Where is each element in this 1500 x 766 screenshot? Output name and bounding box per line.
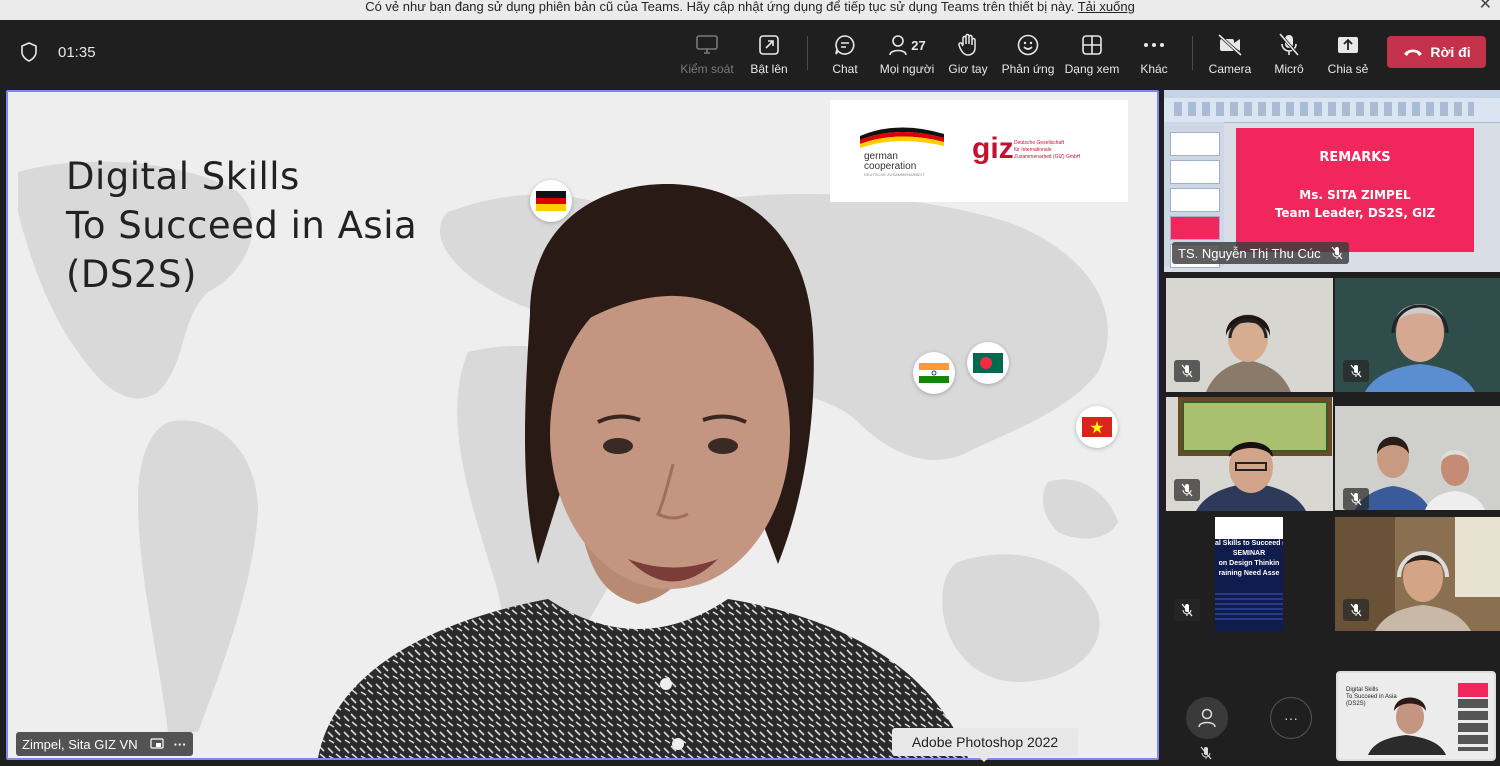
self-view-tile[interactable]: Digital Skills To Succeed in Asia (DS2S)	[1336, 671, 1496, 761]
mic-off-icon	[1278, 33, 1300, 56]
hand-icon	[958, 33, 976, 56]
leave-button[interactable]: Rời đi	[1387, 36, 1486, 68]
giz-logo-text: Deutsche Gesellschaft	[1014, 140, 1065, 146]
slide-thumbnail[interactable]	[1170, 188, 1220, 212]
popout-label: Bật lên	[750, 62, 788, 76]
more-participants-button[interactable]: ···	[1270, 697, 1312, 739]
giz-logo-text: für Internationale	[1014, 147, 1052, 153]
participant-tile[interactable]	[1166, 278, 1333, 392]
participant-tile[interactable]	[1335, 278, 1500, 392]
mic-off-badge	[1174, 360, 1200, 382]
more-label: Khác	[1140, 62, 1168, 76]
participant-slide-line: SEMINAR	[1232, 550, 1266, 557]
control-icon	[696, 35, 718, 54]
mic-off-icon	[1181, 364, 1193, 378]
remarks-slide: REMARKS Ms. SITA ZIMPEL Team Leader, DS2…	[1236, 128, 1474, 252]
share-icon	[1338, 37, 1358, 53]
participant-tile[interactable]	[1335, 406, 1500, 520]
participant-slide-line: raining Need Asse	[1218, 570, 1280, 577]
participant-tile[interactable]	[1166, 397, 1333, 511]
screen-share-indicator-icon	[149, 738, 164, 749]
participant-slide-line: on Design Thinkin	[1218, 560, 1280, 567]
toolbar-divider	[807, 36, 808, 70]
speaker-more-icon[interactable]: ···	[174, 737, 187, 752]
giz-logo-text: Zusammenarbeit (GIZ) GmbH	[1014, 154, 1081, 160]
download-link[interactable]: Tải xuống	[1078, 0, 1135, 14]
people-icon	[889, 35, 908, 56]
close-icon[interactable]: ✕	[1479, 0, 1492, 13]
mic-off-icon	[1181, 603, 1193, 617]
participants-rail: REMARKS Ms. SITA ZIMPEL Team Leader, DS2…	[1164, 90, 1500, 766]
main-video-stage[interactable]: Digital Skills To Succeed in Asia (DS2S)…	[6, 90, 1159, 760]
update-banner: Có vẻ như bạn đang sử dụng phiên bản cũ …	[0, 0, 1500, 20]
speaker-name-tag: Zimpel, Sita GIZ VN ···	[16, 732, 193, 756]
mic-off-icon	[1350, 364, 1362, 378]
presenter-name-tag: TS. Nguyễn Thị Thu Cúc	[1172, 242, 1349, 264]
leave-label: Rời đi	[1430, 44, 1471, 60]
flag-vietnam-icon	[1076, 406, 1118, 448]
hang-up-icon	[1404, 49, 1423, 56]
share-button[interactable]: Chia sẻ	[1312, 32, 1384, 78]
chat-icon	[835, 35, 855, 55]
presenter-name: TS. Nguyễn Thị Thu Cúc	[1178, 245, 1321, 261]
speaker-name: Zimpel, Sita GIZ VN	[22, 736, 138, 752]
self-view-shared-slide	[1458, 683, 1488, 697]
person-icon	[1198, 708, 1216, 728]
smiley-icon	[1017, 34, 1039, 56]
taskbar-tooltip: Adobe Photoshop 2022	[892, 728, 1078, 762]
german-logo-subtext: DEUTSCHE ZUSAMMENARBEIT	[864, 172, 925, 177]
mic-off-icon	[1331, 246, 1343, 260]
remarks-title: REMARKS	[1319, 150, 1391, 165]
powerpoint-ribbon	[1164, 90, 1500, 123]
german-cooperation-logo	[860, 127, 944, 148]
overflow-participant-avatar[interactable]	[1186, 697, 1228, 739]
mic-off-badge	[1174, 599, 1200, 621]
grid-icon	[1082, 35, 1102, 55]
participant-slide-line: al Skills to Succeed (	[1215, 540, 1283, 547]
update-message: Có vẻ như bạn đang sử dụng phiên bản cũ …	[365, 0, 1075, 14]
mic-off-icon	[1350, 492, 1362, 506]
mic-off-badge	[1343, 360, 1369, 382]
share-label: Chia sẻ	[1327, 62, 1369, 76]
mic-off-badge	[1343, 599, 1369, 621]
more-button[interactable]: Khác	[1118, 32, 1190, 78]
participant-tile[interactable]	[1335, 517, 1500, 631]
remarks-role: Team Leader, DS2S, GIZ	[1274, 206, 1436, 220]
popout-icon	[759, 35, 779, 55]
giz-logo: giz	[972, 132, 1014, 165]
self-view-participant-grid	[1458, 699, 1488, 751]
participant-slide-share: al Skills to Succeed ( SEMINAR on Design…	[1215, 517, 1283, 631]
more-icon: ···	[1284, 710, 1298, 726]
react-button[interactable]: Phản ứng	[992, 32, 1064, 78]
people-count: 27	[911, 37, 926, 53]
toolbar-divider	[1192, 36, 1193, 70]
german-logo-text: cooperation	[864, 161, 917, 172]
slide-thumbnail[interactable]	[1170, 216, 1220, 240]
meeting-timer: 01:35	[58, 44, 96, 61]
slide-thumbnail[interactable]	[1170, 132, 1220, 156]
camera-off-icon	[1217, 34, 1243, 56]
shared-screen-tile[interactable]: REMARKS Ms. SITA ZIMPEL Team Leader, DS2…	[1164, 90, 1500, 272]
react-label: Phản ứng	[1001, 62, 1055, 76]
meeting-toolbar: 01:35 Kiểm soát Bật lên Chat 27 Mọi ngườ…	[0, 20, 1500, 86]
more-icon	[1144, 43, 1164, 47]
shield-icon	[21, 42, 37, 62]
speaker-video-person	[318, 184, 968, 758]
participant-tile[interactable]: al Skills to Succeed ( SEMINAR on Design…	[1166, 517, 1333, 631]
self-view-video	[1368, 697, 1446, 755]
mic-off-icon	[1350, 603, 1362, 617]
mic-off-badge	[1174, 479, 1200, 501]
mic-off-badge	[1343, 488, 1369, 510]
mic-off-icon	[1181, 483, 1193, 497]
remarks-speaker: Ms. SITA ZIMPEL	[1299, 188, 1411, 202]
slide-thumbnail[interactable]	[1170, 160, 1220, 184]
popout-button[interactable]: Bật lên	[733, 32, 805, 78]
mic-off-icon	[1200, 746, 1212, 760]
